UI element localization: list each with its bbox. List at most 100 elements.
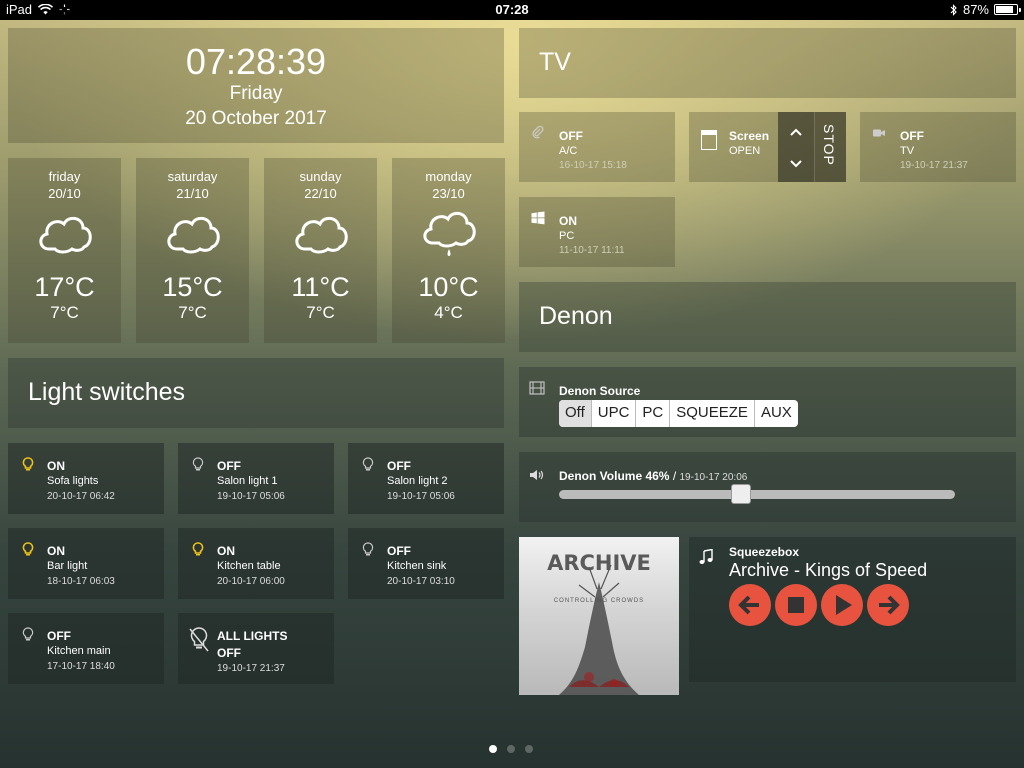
device-screen[interactable]: Screen OPEN STOP [689, 112, 846, 182]
speaker-icon [530, 470, 544, 480]
light-switches-title: Light switches [28, 378, 186, 406]
weather-date: 21/10 [176, 186, 209, 201]
weather-day-0: friday 20/10 17°C 7°C [8, 158, 121, 343]
weather-low: 7°C [50, 303, 79, 322]
screen-stop-button[interactable]: STOP [814, 112, 846, 182]
lightbulb-on-icon [22, 542, 34, 556]
clock-time: 07:28:39 [185, 41, 327, 82]
source-button-aux[interactable]: AUX [755, 400, 798, 427]
all-lights-state: OFF [217, 646, 241, 660]
squeezebox-label: Squeezebox [729, 545, 800, 559]
switch-kitchen-main[interactable]: OFF Kitchen main 17-10-17 18:40 [8, 613, 164, 684]
cloud-icon [166, 216, 220, 254]
device-state: OFF [900, 129, 924, 143]
volume-slider-handle[interactable] [731, 484, 752, 504]
device-pc[interactable]: ON PC 11-10-17 11:11 [519, 197, 675, 267]
switch-all-lights[interactable]: ALL LIGHTS OFF 19-10-17 21:37 [178, 613, 334, 684]
device-name: PC [559, 230, 575, 242]
denon-header: Denon [519, 282, 1016, 352]
switch-timestamp: 20-10-17 03:10 [387, 576, 455, 587]
volume-timestamp: 19-10-17 20:06 [679, 472, 748, 483]
page-dot[interactable] [489, 745, 497, 753]
weather-day-name: saturday [167, 169, 218, 184]
device-name: Screen [729, 129, 770, 143]
switch-state: OFF [387, 544, 411, 558]
switch-state: OFF [47, 629, 71, 643]
lightbulb-on-icon [192, 542, 204, 556]
weather-day-name: monday [425, 169, 472, 184]
clock-day: Friday [229, 83, 283, 104]
weather-high: 11°C [291, 272, 350, 302]
weather-low: 7°C [178, 303, 207, 322]
weather-date: 23/10 [432, 186, 465, 201]
switch-state: OFF [387, 459, 411, 473]
play-button[interactable] [821, 584, 863, 626]
page-dot[interactable] [507, 745, 515, 753]
next-button[interactable] [867, 584, 909, 626]
source-button-pc[interactable]: PC [636, 400, 671, 427]
playback-controls [729, 584, 909, 626]
play-icon [836, 595, 852, 615]
album-figure-art [559, 564, 639, 695]
device-state: OFF [559, 129, 583, 143]
weather-date: 22/10 [304, 186, 337, 201]
cloud-icon [38, 216, 92, 254]
denon-source-panel: Denon Source Off UPC PC SQUEEZE AUX [519, 367, 1016, 437]
switch-timestamp: 17-10-17 18:40 [47, 661, 115, 672]
switch-sofa-lights[interactable]: ON Sofa lights 20-10-17 06:42 [8, 443, 164, 514]
all-lights-timestamp: 19-10-17 21:37 [217, 663, 285, 674]
weather-day-name: sunday [299, 169, 342, 184]
now-playing-track: Archive - Kings of Speed [729, 560, 928, 580]
clock-panel: 07:28:39 Friday 20 October 2017 [8, 28, 504, 143]
source-button-upc[interactable]: UPC [592, 400, 637, 427]
tv-title: TV [539, 48, 571, 76]
denon-source-selector: Off UPC PC SQUEEZE AUX [559, 400, 798, 427]
switch-kitchen-table[interactable]: ON Kitchen table 20-10-17 06:00 [178, 528, 334, 599]
battery-icon [994, 4, 1021, 15]
arrow-left-icon [738, 595, 759, 615]
status-bar: iPad 07:28 87% [0, 0, 1024, 20]
lightbulb-off-icon [22, 627, 34, 641]
switch-salon-light-1[interactable]: OFF Salon light 1 19-10-17 05:06 [178, 443, 334, 514]
page-indicator[interactable] [489, 745, 533, 753]
switch-state: ON [217, 544, 235, 558]
switch-bar-light[interactable]: ON Bar light 18-10-17 06:03 [8, 528, 164, 599]
switch-name: Kitchen sink [387, 560, 447, 572]
screen-stop-label: STOP [821, 124, 837, 166]
screen-controls: STOP [778, 112, 846, 182]
windows-icon [531, 211, 545, 225]
video-camera-icon [873, 129, 885, 137]
switch-name: Salon light 1 [217, 475, 278, 487]
previous-button[interactable] [729, 584, 771, 626]
page-dot[interactable] [525, 745, 533, 753]
volume-slider[interactable] [559, 484, 955, 504]
switch-salon-light-2[interactable]: OFF Salon light 2 19-10-17 05:06 [348, 443, 504, 514]
tv-header: TV [519, 28, 1016, 98]
chevron-up-icon[interactable] [788, 124, 804, 140]
battery-percent: 87% [962, 2, 989, 17]
paperclip-icon [532, 126, 544, 139]
switch-kitchen-sink[interactable]: OFF Kitchen sink 20-10-17 03:10 [348, 528, 504, 599]
volume-separator: / [672, 469, 677, 483]
chevron-down-icon[interactable] [788, 156, 804, 172]
stop-button[interactable] [775, 584, 817, 626]
weather-high: 17°C [34, 272, 95, 302]
switch-timestamp: 18-10-17 06:03 [47, 576, 115, 587]
device-ac[interactable]: OFF A/C 16-10-17 15:18 [519, 112, 675, 182]
clock-date: 20 October 2017 [185, 108, 327, 129]
denon-source-label: Denon Source [559, 384, 641, 398]
squeezebox-panel: Squeezebox Archive - Kings of Speed [689, 537, 1016, 682]
source-button-squeeze[interactable]: SQUEEZE [670, 400, 755, 427]
all-lights-label: ALL LIGHTS [217, 629, 288, 643]
weather-low: 7°C [306, 303, 335, 322]
weather-high: 10°C [418, 272, 479, 302]
source-button-off[interactable]: Off [559, 400, 592, 427]
status-time: 07:28 [495, 2, 529, 17]
lightbulb-off-icon [192, 457, 204, 471]
switch-name: Kitchen table [217, 560, 281, 572]
album-art: ARCHIVE CONTROLLING CROWDS [519, 537, 679, 695]
lightbulb-off-icon [362, 457, 374, 471]
device-timestamp: 11-10-17 11:11 [559, 245, 625, 256]
device-tv[interactable]: OFF TV 19-10-17 21:37 [860, 112, 1016, 182]
device-state: ON [559, 214, 577, 228]
